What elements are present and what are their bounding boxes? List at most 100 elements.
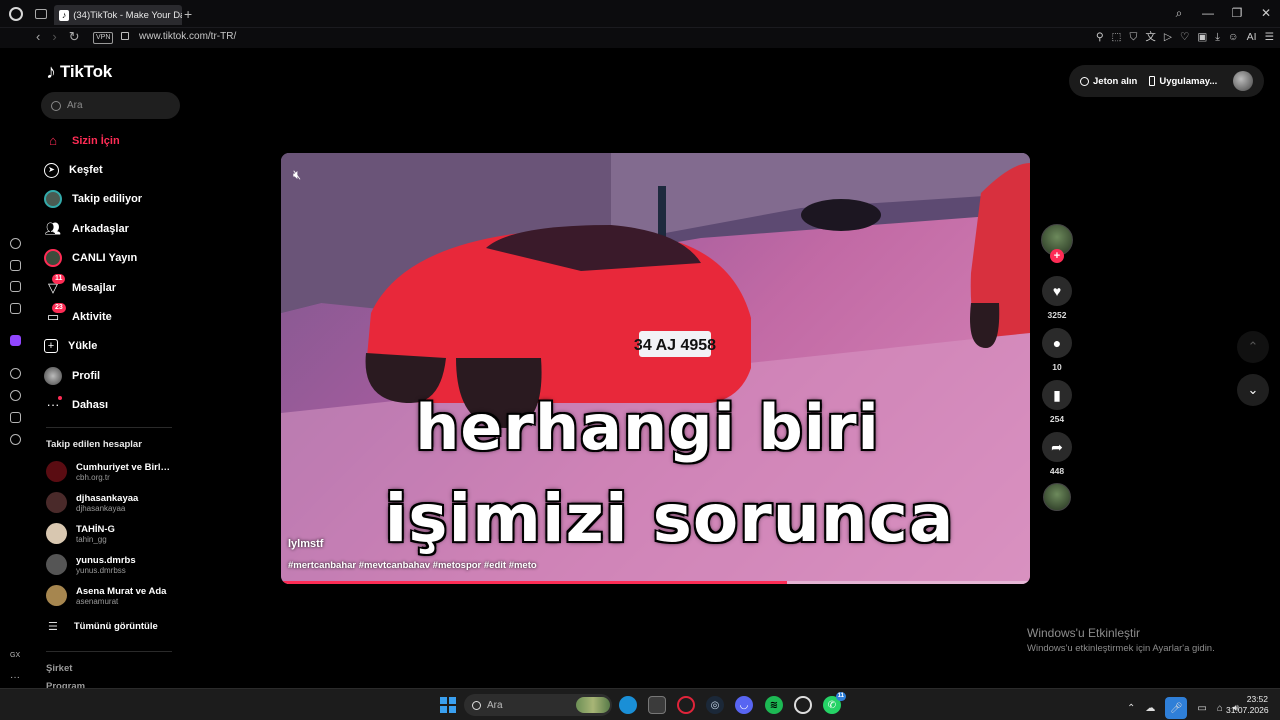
- player-icon[interactable]: [10, 368, 21, 379]
- new-tab-button[interactable]: +: [184, 7, 192, 21]
- spotify-icon[interactable]: ≋: [765, 696, 783, 714]
- extensions-icon[interactable]: [10, 412, 21, 423]
- gx-cleaner-icon[interactable]: [10, 281, 21, 292]
- see-all-button[interactable]: ☰ Tümünü görüntüle: [48, 620, 158, 633]
- url-field[interactable]: www.tiktok.com/tr-TR/: [139, 31, 236, 42]
- heart-icon[interactable]: ♡: [1180, 30, 1189, 44]
- opera-gx-logo-icon[interactable]: [9, 7, 23, 21]
- following-account[interactable]: djhasankayaa djhasankayaa: [46, 492, 176, 513]
- tiktok-logo[interactable]: ♪ TikTok: [46, 62, 112, 82]
- nav-for-you[interactable]: ⌂ Sizin İçin: [44, 126, 184, 155]
- more-icon[interactable]: ···: [10, 672, 20, 683]
- reload-icon[interactable]: ↻: [69, 29, 80, 45]
- whatsapp-icon[interactable]: ✆ 11: [823, 692, 846, 714]
- download-icon[interactable]: ⤓: [1215, 30, 1220, 44]
- show-hidden-icons-icon[interactable]: ⌃: [1127, 703, 1135, 714]
- following-account[interactable]: Asena Murat ve Ada asenamurat: [46, 585, 176, 606]
- get-coins-button[interactable]: Jeton alın: [1080, 76, 1137, 87]
- onedrive-icon[interactable]: ☁: [1145, 703, 1155, 714]
- adblock-icon[interactable]: ⛉: [1129, 30, 1137, 44]
- video-hashtags[interactable]: #mertcanbahar #mevtcanbahav #metospor #e…: [288, 560, 537, 571]
- get-app-button[interactable]: Uygulamay...: [1149, 76, 1217, 87]
- settings-gear-icon[interactable]: [10, 434, 21, 445]
- comment-icon: ●: [1042, 328, 1072, 358]
- pin-icon[interactable]: ⚲: [1096, 30, 1104, 44]
- opera-gx-icon[interactable]: [677, 696, 695, 714]
- start-icon[interactable]: [440, 697, 456, 713]
- tiktok-wordmark: TikTok: [60, 62, 113, 81]
- next-video-button[interactable]: ⌄: [1237, 374, 1269, 406]
- nav-label: Mesajlar: [72, 281, 117, 294]
- follow-plus-icon[interactable]: +: [1050, 249, 1064, 263]
- following-account[interactable]: Cumhuriyet ve Birli... cbh.org.tr: [46, 461, 176, 482]
- account-avatar: [46, 492, 67, 513]
- video-player[interactable]: 34 AJ 4958 🔇︎ herhangi biri işimizi soru…: [281, 153, 1030, 584]
- tiktok-favicon-icon: ♪: [59, 9, 70, 21]
- minimize-button[interactable]: —: [1202, 6, 1214, 20]
- nav-label: Profil: [72, 369, 101, 382]
- steam-icon[interactable]: ◎: [706, 696, 724, 714]
- clock[interactable]: 23:52 31.07.2026: [1226, 694, 1269, 716]
- save-button[interactable]: ▮ 254: [1041, 380, 1073, 424]
- browser-tab[interactable]: ♪ (34)TikTok - Make Your Day: [54, 5, 182, 25]
- menu-icon[interactable]: ☰: [1265, 30, 1274, 44]
- network-icon[interactable]: ⌂: [1217, 703, 1223, 714]
- nav-upload[interactable]: + Yükle: [44, 332, 184, 361]
- back-icon[interactable]: ‹: [36, 29, 40, 45]
- extension-toolbar: ⚲ ⬚ ⛉ 文 ▷ ♡ ▣ ⤓ ☺ AI ☰: [1096, 30, 1274, 44]
- user-avatar[interactable]: [1233, 71, 1254, 91]
- nav-more[interactable]: ··· Dahası: [44, 391, 184, 420]
- restore-button[interactable]: ❐: [1231, 6, 1243, 20]
- snapshot-icon[interactable]: ⬚: [1112, 30, 1122, 44]
- previous-video-button[interactable]: ⌃: [1237, 331, 1269, 363]
- wallet-icon[interactable]: ▣: [1197, 30, 1207, 44]
- store-icon[interactable]: [648, 696, 666, 714]
- creator-avatar[interactable]: +: [1041, 224, 1073, 263]
- nav-activity[interactable]: ▭ 23 Aktivite: [44, 302, 184, 331]
- address-bar: ‹ › ↻ VPN www.tiktok.com/tr-TR/ ⚲ ⬚ ⛉ 文 …: [0, 28, 1280, 48]
- comment-button[interactable]: ● 10: [1041, 328, 1073, 372]
- history-icon[interactable]: [10, 390, 21, 401]
- close-button[interactable]: ✕: [1260, 6, 1272, 20]
- gx-corner-icon[interactable]: [10, 260, 21, 271]
- discord-icon[interactable]: ◡: [735, 696, 753, 714]
- sound-disc[interactable]: [1041, 483, 1073, 511]
- profile-icon[interactable]: ☺: [1228, 30, 1239, 44]
- nav-messages[interactable]: ▽ 11 Mesajlar: [44, 273, 184, 302]
- gx-mail-icon[interactable]: [10, 303, 21, 314]
- account-name: TAHİN-G: [76, 523, 115, 535]
- share-button[interactable]: ➦ 448: [1041, 432, 1073, 476]
- vpn-badge[interactable]: VPN: [93, 32, 114, 44]
- search-box[interactable]: [41, 92, 180, 119]
- nav-explore[interactable]: ➤ Keşfet: [44, 155, 184, 184]
- video-progress-bar[interactable]: [281, 581, 1030, 584]
- like-button[interactable]: ♥ 3252: [1041, 276, 1073, 320]
- mute-icon[interactable]: 🔇︎: [293, 167, 301, 183]
- gx-control-icon[interactable]: [10, 238, 21, 249]
- play-icon[interactable]: ▷: [1164, 30, 1172, 44]
- nav-profile[interactable]: Profil: [44, 361, 184, 390]
- chatgpt-icon[interactable]: [794, 696, 812, 714]
- taskbar-search[interactable]: Ara: [464, 694, 612, 716]
- following-account[interactable]: yunus.dmrbs yunus.dmrbss: [46, 554, 176, 575]
- tab-title: (34)TikTok - Make Your Day: [73, 9, 182, 21]
- footer-company-link[interactable]: Şirket: [46, 663, 72, 674]
- comment-count: 10: [1052, 362, 1062, 372]
- translate-icon[interactable]: 文: [1145, 30, 1156, 44]
- twitch-icon[interactable]: [10, 335, 21, 346]
- nav-live[interactable]: CANLI Yayın: [44, 244, 184, 273]
- search-tabs-icon[interactable]: ⌕: [1173, 6, 1185, 20]
- aria-ai-icon[interactable]: AI: [1247, 30, 1257, 44]
- edge-icon[interactable]: [619, 696, 637, 714]
- nav-following[interactable]: Takip ediliyor: [44, 185, 184, 214]
- forward-icon[interactable]: ›: [52, 29, 56, 45]
- lock-icon[interactable]: [121, 32, 129, 40]
- display-icon[interactable]: ▭: [1197, 703, 1206, 714]
- nav-friends[interactable]: 👥︎ Arkadaşlar: [44, 214, 184, 243]
- microphone-icon[interactable]: 🎤︎: [1165, 697, 1188, 719]
- nav-label: Keşfet: [69, 164, 103, 177]
- search-input[interactable]: [67, 100, 167, 111]
- following-account[interactable]: TAHİN-G tahin_gg: [46, 523, 176, 544]
- tab-islands-icon[interactable]: [35, 9, 47, 19]
- video-author[interactable]: lylmstf: [288, 538, 323, 550]
